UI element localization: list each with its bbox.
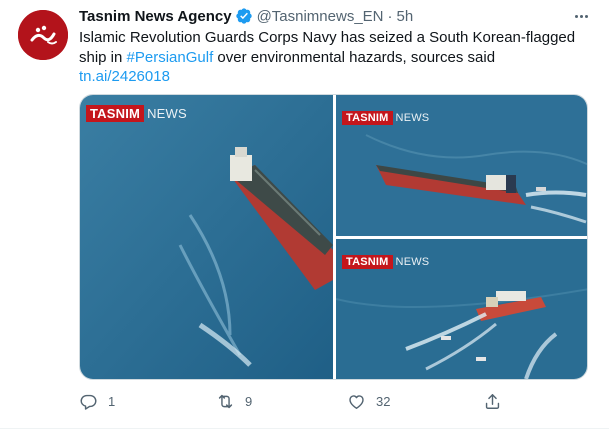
reply-icon xyxy=(79,392,98,411)
watermark-brand: TASNIM xyxy=(86,105,145,122)
article-link[interactable]: tn.ai/2426018 xyxy=(79,68,170,85)
author-handle[interactable]: @Tasnimnews_EN xyxy=(257,8,384,25)
reply-count: 1 xyxy=(108,393,116,409)
ship-photo-image xyxy=(80,95,333,379)
watermark-suffix: NEWS xyxy=(147,106,187,121)
retweet-button[interactable]: 9 xyxy=(216,390,252,412)
tasnim-watermark: TASNIM NEWS xyxy=(342,255,429,269)
tweet-timestamp[interactable]: 5h xyxy=(397,8,414,25)
retweet-icon xyxy=(216,392,235,411)
tasnim-logo-icon xyxy=(18,10,68,60)
like-button[interactable]: 32 xyxy=(347,390,390,412)
share-icon xyxy=(483,392,502,411)
watermark-brand: TASNIM xyxy=(342,255,393,269)
photo-3[interactable]: TASNIM NEWS xyxy=(336,239,587,379)
share-button[interactable] xyxy=(483,390,502,412)
more-icon[interactable] xyxy=(571,8,591,24)
photo-1[interactable]: TASNIM NEWS xyxy=(80,95,333,379)
tasnim-watermark: TASNIM NEWS xyxy=(86,105,187,122)
photo-2[interactable]: TASNIM NEWS xyxy=(336,95,587,236)
reply-button[interactable]: 1 xyxy=(79,390,115,412)
author-name[interactable]: Tasnim News Agency xyxy=(79,8,232,25)
like-count: 32 xyxy=(376,393,391,409)
hashtag-link[interactable]: #PersianGulf xyxy=(127,49,214,66)
watermark-brand: TASNIM xyxy=(342,111,393,125)
divider xyxy=(0,428,609,429)
watermark-suffix: NEWS xyxy=(395,112,430,124)
media-grid: TASNIM NEWS TASNIM NEWS TASNIM NEWS xyxy=(79,94,588,380)
tweet-header: Tasnim News Agency @Tasnimnews_EN · 5h xyxy=(79,6,413,26)
tweet-text-tail: over environmental hazards, sources said xyxy=(213,48,496,66)
watermark-suffix: NEWS xyxy=(395,256,430,268)
header-separator: · xyxy=(387,7,393,25)
tweet[interactable]: Tasnim News Agency @Tasnimnews_EN · 5h I… xyxy=(0,0,609,431)
retweet-count: 9 xyxy=(245,393,253,409)
heart-icon xyxy=(347,392,366,411)
tweet-text: Islamic Revolution Guards Corps Navy has… xyxy=(79,28,594,87)
avatar[interactable] xyxy=(18,10,68,60)
tasnim-watermark: TASNIM NEWS xyxy=(342,111,429,125)
verified-badge-icon xyxy=(235,7,253,25)
tweet-actions: 1 9 32 xyxy=(79,390,509,412)
